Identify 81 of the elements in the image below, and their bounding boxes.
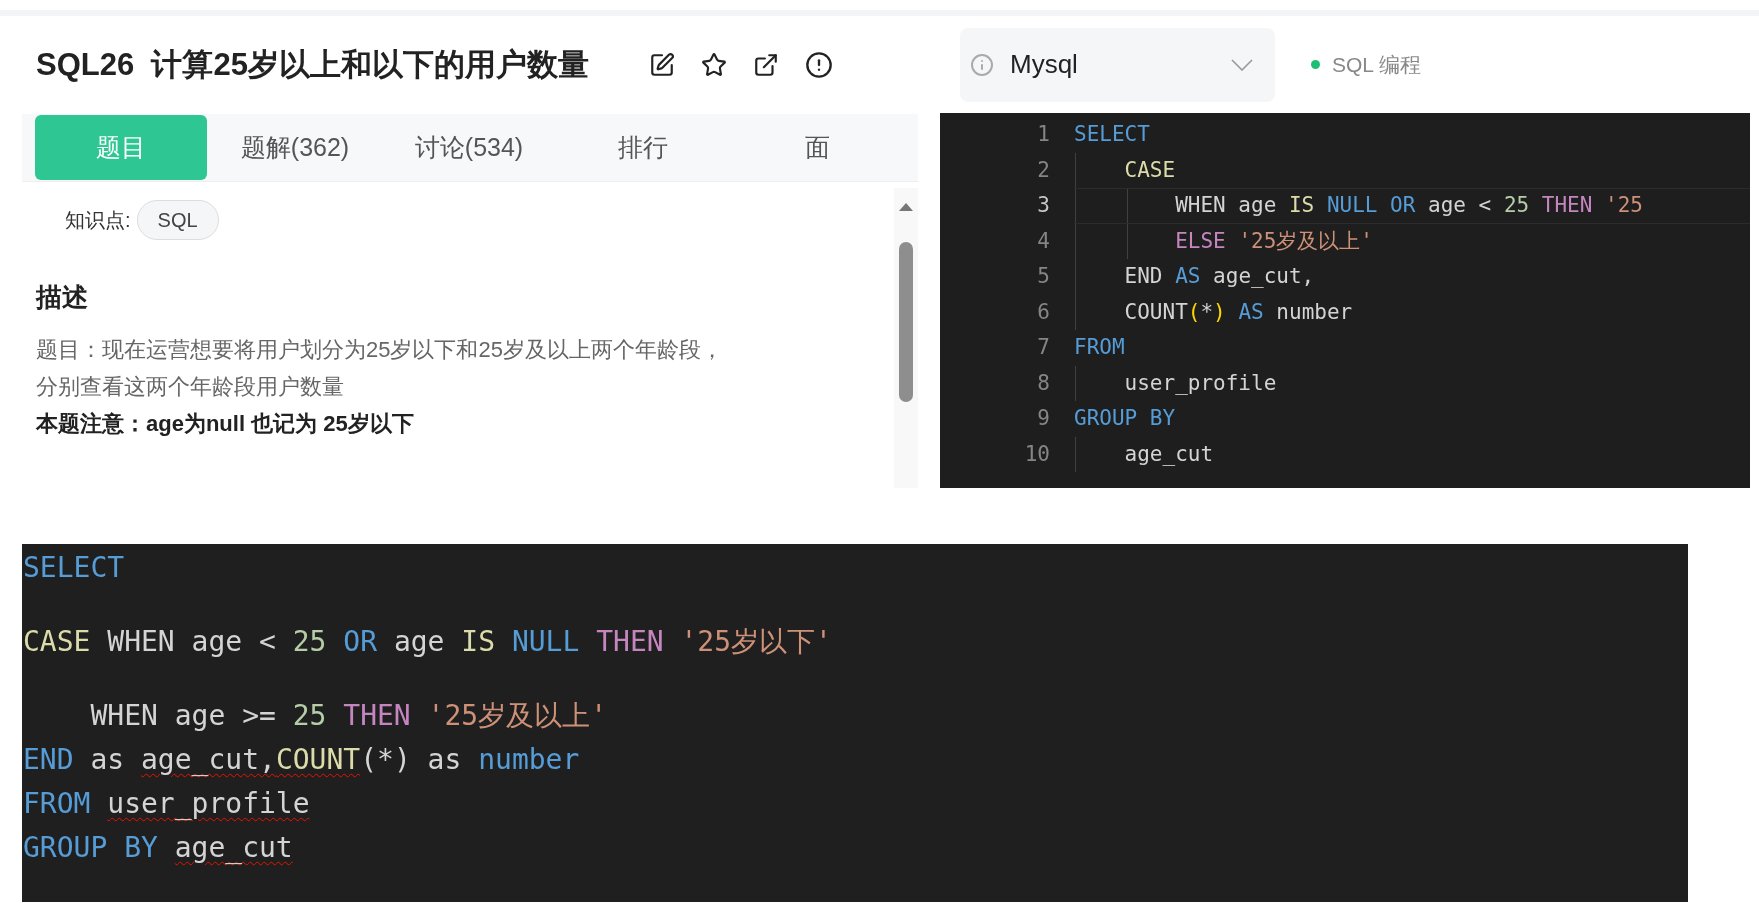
chevron-down-icon [1231,58,1253,71]
knowledge-label: 知识点: [65,208,131,233]
code-token: number [1276,299,1353,324]
code-token: NULL OR [1326,193,1417,217]
edit-icon[interactable] [648,52,675,78]
code-token: GROUP BY [1074,406,1176,430]
code-token: THEN [596,625,665,658]
code-token: '25岁及以上' [1238,228,1373,253]
code-token: 25 [1503,193,1531,217]
line-number: 8 [1036,369,1050,397]
line-number: 5 [1036,263,1050,290]
code-token: 25 [292,699,328,732]
code-token: ) [1213,299,1227,324]
code-token: IS [1288,193,1316,217]
code-token: NULL [511,625,581,658]
code-token: ELSE [1174,228,1227,253]
code-token: SELECT [23,551,125,584]
scrollbar[interactable] [894,188,918,488]
code-token: GROUP BY [23,831,159,864]
code-token: IS [461,625,497,658]
line-number: 1 [1036,121,1050,148]
code-token: OR [343,625,379,658]
code-token: SELECT [1074,122,1150,146]
share-icon[interactable] [752,52,779,78]
tab[interactable]: 排行 [557,115,729,180]
note-text: 本题注意：age为null 也记为 25岁以下 [36,410,415,438]
line-number: 7 [1036,334,1050,361]
description-text: 分别查看这两个年龄段用户数量 [36,373,345,401]
code-token: THEN [1541,193,1594,217]
line-number: 2 [1036,156,1050,184]
code-token: END [1123,264,1164,288]
scrollbar-thumb[interactable] [899,242,913,402]
code-token: COUNT [275,743,361,776]
code-token: age_cut, [1213,264,1315,288]
code-token: COUNT [1123,299,1188,324]
info-icon [970,52,994,77]
section-heading: 描述 [36,281,89,314]
code-token: AS [1175,264,1202,288]
code-token: ( [1187,299,1201,324]
code-token: '25岁及以上' [427,699,608,732]
code-token: age_cut [174,831,293,864]
code-token: WHEN age [1174,193,1278,217]
code-token: user_profile [107,787,310,820]
code-token: FROM [1074,335,1125,359]
tab[interactable]: 面 [731,115,903,180]
code-token: 25 [292,625,328,658]
code-token: user_profile [1123,370,1277,395]
code-token: WHEN age >= [89,699,277,732]
line-number: 9 [1036,405,1050,432]
code-token: age_cut [1123,441,1214,466]
code-token: '25岁以下' [680,625,832,658]
star-icon[interactable] [700,52,727,78]
code-token: number [478,743,580,776]
code-token: age < [1428,193,1493,217]
tab[interactable]: 讨论(534) [383,115,555,180]
description-text: 题目：现在运营想要将用户划分为25岁以下和25岁及以上两个年龄段， [36,336,724,364]
code-token: age_cut, [141,743,276,776]
tag-chip[interactable]: SQL [136,200,219,240]
code-token: THEN [343,699,412,732]
line-number: 6 [1036,298,1050,326]
code-token: FROM [23,787,92,820]
code-token: WHEN age < [107,625,277,658]
code-token: age [393,625,446,658]
code-token: as [90,743,126,776]
code-token: END [23,743,75,776]
tab[interactable]: 题解(362) [209,115,381,180]
code-token: '25 [1605,193,1643,217]
code-token: * [1200,299,1214,324]
alert-icon[interactable] [804,51,833,79]
code-token: CASE [23,625,92,658]
code-editor[interactable]: 1 SELECT 2 CASE 3 WHEN age IS NULL OR age < 25 THEN '25 4 ELSE '25岁及以上' 5 END AS age_cut, 6 COUNT(*) AS number 7 FROM 8 user_profile 9 GROUP BY 10 age_cut [940,113,1750,488]
code-token: (*) as [360,743,463,776]
scroll-up-icon[interactable] [898,202,914,212]
line-number: 4 [1036,227,1050,255]
problem-title: SQL26 计算25岁以上和以下的用户数量 [36,45,589,84]
code-token: AS [1238,299,1265,324]
language-select[interactable]: Mysql [960,27,1275,102]
code-token: CASE [1123,157,1176,182]
mode-label: SQL 编程 [1332,51,1422,78]
line-number: 3 [1036,192,1050,219]
line-number: 10 [1023,440,1050,468]
